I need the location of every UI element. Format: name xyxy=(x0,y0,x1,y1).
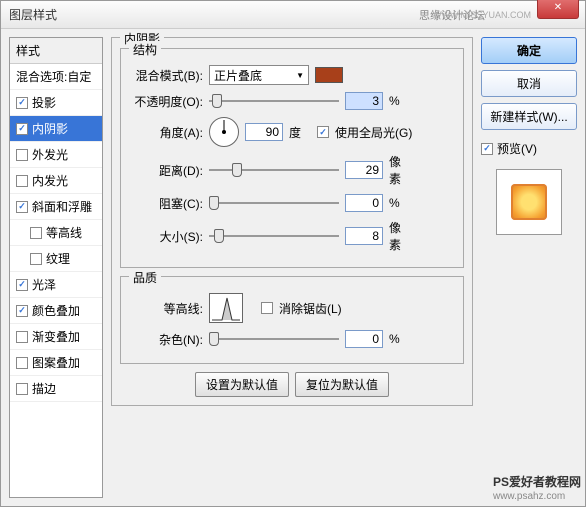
preview-checkbox[interactable] xyxy=(481,143,493,155)
ok-button[interactable]: 确定 xyxy=(481,37,577,64)
noise-label: 杂色(N): xyxy=(129,331,203,348)
style-item-inner-shadow[interactable]: 内阴影 xyxy=(10,116,102,142)
structure-title: 结构 xyxy=(129,41,161,58)
checkbox-icon[interactable] xyxy=(16,357,28,369)
checkbox-icon[interactable] xyxy=(16,149,28,161)
set-default-button[interactable]: 设置为默认值 xyxy=(195,372,289,397)
noise-slider[interactable] xyxy=(209,329,339,349)
style-item-pattern-overlay[interactable]: 图案叠加 xyxy=(10,350,102,376)
checkbox-icon[interactable] xyxy=(16,97,28,109)
new-style-button[interactable]: 新建样式(W)... xyxy=(481,103,577,130)
size-slider[interactable] xyxy=(209,226,339,246)
style-item-bevel[interactable]: 斜面和浮雕 xyxy=(10,194,102,220)
checkbox-icon[interactable] xyxy=(16,305,28,317)
right-panel: 确定 取消 新建样式(W)... 预览(V) xyxy=(481,37,577,498)
opacity-input[interactable]: 3 xyxy=(345,92,383,110)
style-item-outer-glow[interactable]: 外发光 xyxy=(10,142,102,168)
checkbox-icon[interactable] xyxy=(16,201,28,213)
contour-picker[interactable] xyxy=(209,293,243,323)
size-input[interactable]: 8 xyxy=(345,227,383,245)
style-item-inner-glow[interactable]: 内发光 xyxy=(10,168,102,194)
checkbox-icon[interactable] xyxy=(16,383,28,395)
blend-options[interactable]: 混合选项:自定 xyxy=(10,64,102,90)
checkbox-icon[interactable] xyxy=(16,331,28,343)
opacity-slider[interactable] xyxy=(209,91,339,111)
color-swatch[interactable] xyxy=(315,67,343,83)
chevron-down-icon: ▼ xyxy=(296,71,304,80)
contour-icon xyxy=(210,294,242,322)
close-button[interactable]: ✕ xyxy=(537,0,579,19)
style-item-gradient-overlay[interactable]: 渐变叠加 xyxy=(10,324,102,350)
opacity-unit: % xyxy=(389,94,411,108)
cancel-button[interactable]: 取消 xyxy=(481,70,577,97)
size-label: 大小(S): xyxy=(129,228,203,245)
noise-input[interactable]: 0 xyxy=(345,330,383,348)
style-item-drop-shadow[interactable]: 投影 xyxy=(10,90,102,116)
style-item-contour[interactable]: 等高线 xyxy=(10,220,102,246)
checkbox-icon[interactable] xyxy=(16,175,28,187)
dialog-title: 图层样式 xyxy=(9,6,57,23)
noise-unit: % xyxy=(389,332,411,346)
preview-box xyxy=(496,169,562,235)
global-light-label: 使用全局光(G) xyxy=(335,124,412,141)
quality-title: 品质 xyxy=(129,269,161,286)
style-item-satin[interactable]: 光泽 xyxy=(10,272,102,298)
distance-label: 距离(D): xyxy=(129,162,203,179)
choke-input[interactable]: 0 xyxy=(345,194,383,212)
global-light-checkbox[interactable] xyxy=(317,126,329,138)
checkbox-icon[interactable] xyxy=(30,253,42,265)
titlebar-url: WWW.MISSYUAN.COM xyxy=(433,1,531,29)
styles-header: 样式 xyxy=(10,38,102,64)
distance-unit: 像素 xyxy=(389,153,411,187)
contour-label: 等高线: xyxy=(129,300,203,317)
styles-list: 样式 混合选项:自定 投影 内阴影 外发光 内发光 斜面和浮 xyxy=(9,37,103,498)
preview-swatch xyxy=(511,184,547,220)
antialias-checkbox[interactable] xyxy=(261,302,273,314)
size-unit: 像素 xyxy=(389,219,411,253)
checkbox-icon[interactable] xyxy=(30,227,42,239)
preview-label: 预览(V) xyxy=(497,140,537,157)
checkbox-icon[interactable] xyxy=(16,123,28,135)
blend-mode-combo[interactable]: 正片叠底 ▼ xyxy=(209,65,309,85)
watermark: PS爱好者教程网www.psahz.com xyxy=(493,473,581,502)
checkbox-icon[interactable] xyxy=(16,279,28,291)
blend-mode-label: 混合模式(B): xyxy=(129,67,203,84)
distance-input[interactable]: 29 xyxy=(345,161,383,179)
choke-unit: % xyxy=(389,196,411,210)
opacity-label: 不透明度(O): xyxy=(129,93,203,110)
angle-label: 角度(A): xyxy=(129,124,203,141)
angle-unit: 度 xyxy=(289,124,311,141)
style-item-stroke[interactable]: 描边 xyxy=(10,376,102,402)
titlebar: 图层样式 思缘设计论坛 WWW.MISSYUAN.COM ✕ xyxy=(1,1,585,29)
reset-default-button[interactable]: 复位为默认值 xyxy=(295,372,389,397)
antialias-label: 消除锯齿(L) xyxy=(279,300,342,317)
choke-slider[interactable] xyxy=(209,193,339,213)
angle-input[interactable]: 90 xyxy=(245,123,283,141)
settings-panel: 内阴影 结构 混合模式(B): 正片叠底 ▼ 不透明度(O): xyxy=(111,37,473,498)
style-item-texture[interactable]: 纹理 xyxy=(10,246,102,272)
angle-dial[interactable] xyxy=(209,117,239,147)
choke-label: 阻塞(C): xyxy=(129,195,203,212)
distance-slider[interactable] xyxy=(209,160,339,180)
style-item-color-overlay[interactable]: 颜色叠加 xyxy=(10,298,102,324)
